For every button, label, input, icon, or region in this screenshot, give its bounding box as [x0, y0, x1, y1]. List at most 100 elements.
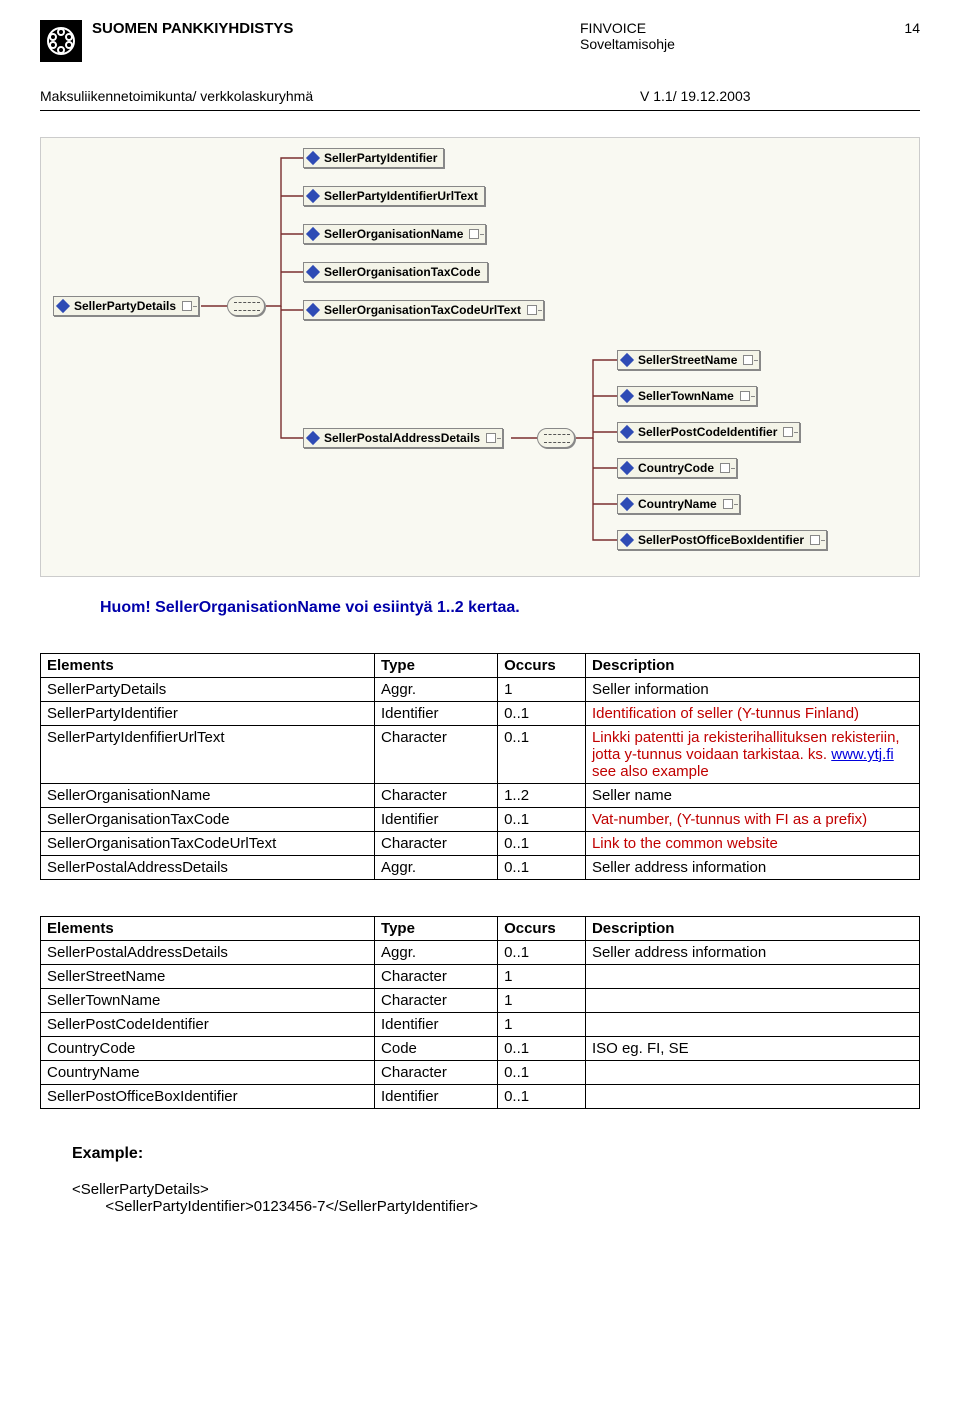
org-name: SUOMEN PANKKIYHDISTYS: [92, 20, 293, 37]
cell-description: [585, 1061, 919, 1085]
table-row: SellerPostalAddressDetailsAggr.0..1Selle…: [41, 856, 920, 880]
cell-element: SellerOrganisationName: [41, 784, 375, 808]
cell-element: CountryCode: [41, 1037, 375, 1061]
diamond-icon: [56, 299, 70, 313]
stub-icon: [810, 535, 820, 545]
cell-description: Link to the common website: [585, 832, 919, 856]
diamond-icon: [306, 227, 320, 241]
example-code-line: <SellerPartyIdentifier>0123456-7</Seller…: [72, 1198, 920, 1215]
cell-occurs: 0..1: [498, 1061, 586, 1085]
cell-description: Identification of seller (Y-tunnus Finla…: [585, 702, 919, 726]
cell-occurs: 0..1: [498, 702, 586, 726]
node-label: SellerPartyDetails: [74, 299, 176, 313]
table-row: SellerPartyIdentifierIdentifier0..1Ident…: [41, 702, 920, 726]
cell-type: Character: [375, 726, 498, 784]
node-countrycode: CountryCode: [617, 458, 737, 478]
node-sellerorganisationname: SellerOrganisationName: [303, 224, 486, 244]
cell-description: Seller name: [585, 784, 919, 808]
version: V 1.1/ 19.12.2003: [640, 88, 920, 104]
diamond-icon: [620, 497, 634, 511]
table-row: SellerStreetNameCharacter1: [41, 965, 920, 989]
diamond-icon: [306, 151, 320, 165]
header-rule: [40, 110, 920, 111]
stub-icon: [783, 427, 793, 437]
node-sellerpostcodeidentifier: SellerPostCodeIdentifier: [617, 422, 800, 442]
sequence-icon: [537, 428, 575, 448]
subheader: Maksuliikennetoimikunta/ verkkolaskuryhm…: [40, 88, 920, 104]
cell-element: SellerPartyIdentifier: [41, 702, 375, 726]
node-label: SellerPostalAddressDetails: [324, 431, 480, 445]
node-label: CountryName: [638, 497, 717, 511]
node-label: SellerOrganisationName: [324, 227, 463, 241]
elements-table-2: Elements Type Occurs Description SellerP…: [40, 916, 920, 1109]
example-code-line: <SellerPartyDetails>: [72, 1181, 920, 1198]
cell-element: SellerOrganisationTaxCodeUrlText: [41, 832, 375, 856]
stub-icon: [486, 433, 496, 443]
cell-element: SellerPostalAddressDetails: [41, 941, 375, 965]
cell-type: Character: [375, 965, 498, 989]
cell-element: SellerStreetName: [41, 965, 375, 989]
table-row: SellerPostalAddressDetailsAggr.0..1Selle…: [41, 941, 920, 965]
table-row: CountryCodeCode0..1ISO eg. FI, SE: [41, 1037, 920, 1061]
cell-occurs: 1: [498, 989, 586, 1013]
cell-type: Character: [375, 832, 498, 856]
node-root: SellerPartyDetails: [53, 296, 199, 316]
cell-description: [585, 965, 919, 989]
th-type: Type: [375, 654, 498, 678]
schema-diagram: SellerPartyDetails SellerPartyIdentifier…: [40, 137, 920, 577]
cell-type: Character: [375, 989, 498, 1013]
node-label: SellerPartyIdentifierUrlText: [324, 189, 478, 203]
table-row: SellerTownNameCharacter1: [41, 989, 920, 1013]
cell-occurs: 0..1: [498, 808, 586, 832]
node-sellerpartyidentifierurltext: SellerPartyIdentifierUrlText: [303, 186, 485, 206]
cell-type: Code: [375, 1037, 498, 1061]
cell-element: SellerPartyIdenfifierUrlText: [41, 726, 375, 784]
stub-icon: [720, 463, 730, 473]
node-label: SellerTownName: [638, 389, 734, 403]
cell-occurs: 0..1: [498, 1085, 586, 1109]
logo-icon: [40, 20, 82, 62]
cell-type: Character: [375, 1061, 498, 1085]
example-heading: Example:: [72, 1145, 920, 1163]
link[interactable]: www.ytj.fi: [831, 746, 894, 763]
cell-type: Aggr.: [375, 678, 498, 702]
cell-element: SellerPartyDetails: [41, 678, 375, 702]
diamond-icon: [306, 189, 320, 203]
diamond-icon: [620, 389, 634, 403]
cell-element: SellerOrganisationTaxCode: [41, 808, 375, 832]
node-label: SellerPostOfficeBoxIdentifier: [638, 533, 804, 547]
cell-type: Aggr.: [375, 941, 498, 965]
cell-occurs: 0..1: [498, 1037, 586, 1061]
th-type: Type: [375, 917, 498, 941]
th-occurs: Occurs: [498, 917, 586, 941]
th-description: Description: [585, 917, 919, 941]
doc-title: FINVOICE: [580, 20, 860, 36]
diamond-icon: [620, 353, 634, 367]
cell-description: ISO eg. FI, SE: [585, 1037, 919, 1061]
node-sellertownname: SellerTownName: [617, 386, 757, 406]
node-label: SellerPostCodeIdentifier: [638, 425, 777, 439]
node-label: SellerOrganisationTaxCodeUrlText: [324, 303, 521, 317]
cell-description: Vat-number, (Y-tunnus with FI as a prefi…: [585, 808, 919, 832]
cell-description: [585, 1085, 919, 1109]
cell-occurs: 1: [498, 678, 586, 702]
cell-element: SellerPostOfficeBoxIdentifier: [41, 1085, 375, 1109]
stub-icon: [182, 301, 192, 311]
cell-type: Identifier: [375, 808, 498, 832]
node-countryname: CountryName: [617, 494, 740, 514]
cell-element: SellerPostCodeIdentifier: [41, 1013, 375, 1037]
cell-description: Seller information: [585, 678, 919, 702]
stub-icon: [469, 229, 479, 239]
stub-icon: [740, 391, 750, 401]
table-row: SellerOrganisationTaxCodeIdentifier0..1V…: [41, 808, 920, 832]
cell-type: Identifier: [375, 702, 498, 726]
table-header-row: Elements Type Occurs Description: [41, 917, 920, 941]
cell-description: Linkki patentti ja rekisterihallituksen …: [585, 726, 919, 784]
node-label: SellerOrganisationTaxCode: [324, 265, 481, 279]
example-block: Example: <SellerPartyDetails> <SellerPar…: [72, 1145, 920, 1215]
diamond-icon: [306, 265, 320, 279]
node-label: CountryCode: [638, 461, 714, 475]
cell-description: Seller address information: [585, 856, 919, 880]
table-row: SellerOrganisationNameCharacter1..2Selle…: [41, 784, 920, 808]
table-row: SellerPartyDetailsAggr.1Seller informati…: [41, 678, 920, 702]
